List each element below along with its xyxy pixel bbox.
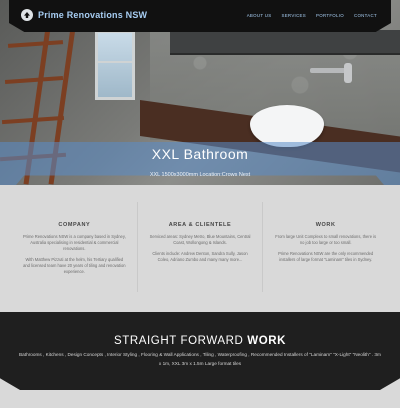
column-text: Prime Renovations NSW is a company based… xyxy=(22,234,126,251)
services-heading-light: STRAIGHT FORWARD xyxy=(113,335,244,347)
brand-name: Prime Renovations NSW xyxy=(38,10,148,20)
column-heading: WORK xyxy=(315,222,336,228)
work-column: WORK From large Unit Complexs to small r… xyxy=(262,202,388,292)
ladder-rung xyxy=(4,75,64,85)
services-heading: STRAIGHT FORWARD WORK xyxy=(0,335,400,347)
ladder-rung xyxy=(7,40,64,48)
column-heading: COMPANY xyxy=(58,222,91,228)
nav-about-us[interactable]: ABOUT US xyxy=(247,13,272,18)
services-heading-bold: WORK xyxy=(247,335,287,347)
area-clientele-column: AREA & CLIENTELE Serviced areas: Sydney … xyxy=(136,202,263,292)
hero-subtitle: XXL 1500x3000mm Location:Crows Nest xyxy=(149,172,251,178)
top-navbar: Prime Renovations NSW ABOUT US SERVICES … xyxy=(9,0,391,32)
info-columns: COMPANY Prime Renovations NSW is a compa… xyxy=(12,202,388,292)
column-heading: AREA & CLIENTELE xyxy=(168,222,232,228)
hero-title: XXL Bathroom xyxy=(151,146,249,162)
column-text: Clients include: Andrew Denton, Sandra S… xyxy=(152,251,248,262)
column-text: With Matthew Pizzuti at the helm, his Te… xyxy=(23,257,126,274)
services-banner: STRAIGHT FORWARD WORK Bathrooms , Kitche… xyxy=(0,312,400,390)
hero-tap-handle xyxy=(344,63,352,83)
nav-contact[interactable]: CONTACT xyxy=(354,13,377,18)
column-text: Prime Renovations NSW are the only recom… xyxy=(278,251,374,262)
column-text: Serviced areas: Sydney Metro, Blue Mount… xyxy=(149,234,251,245)
nav-portfolio[interactable]: PORTFOLIO xyxy=(316,13,344,18)
hero-mirror xyxy=(170,30,400,55)
brand-logo[interactable]: Prime Renovations NSW xyxy=(21,9,147,21)
hero-window xyxy=(95,30,135,100)
column-text: From large Unit Complexs to small renova… xyxy=(275,234,377,245)
nav-services[interactable]: SERVICES xyxy=(281,13,306,18)
services-list: Bathrooms , Kitchens , Design Concepts ,… xyxy=(19,352,381,366)
company-column: COMPANY Prime Renovations NSW is a compa… xyxy=(12,202,137,292)
hero-sink xyxy=(250,105,324,147)
house-logo-icon xyxy=(21,9,33,21)
main-nav: ABOUT US SERVICES PORTFOLIO CONTACT xyxy=(247,13,377,18)
